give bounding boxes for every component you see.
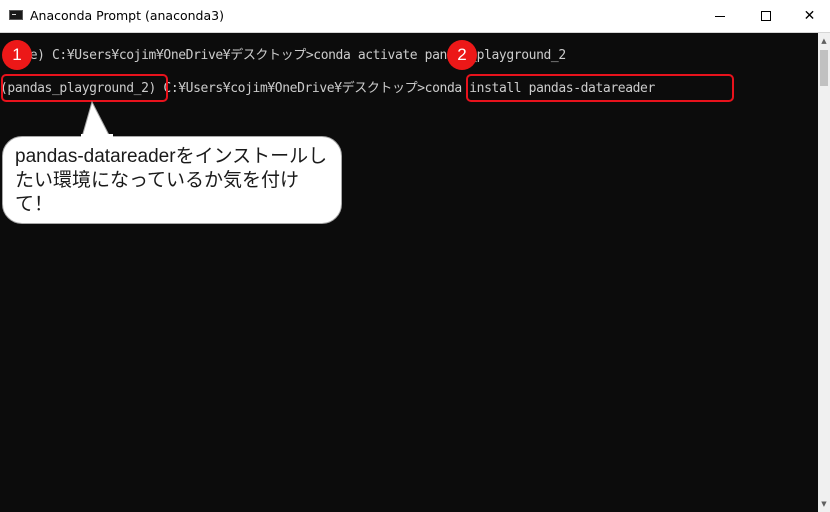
scroll-up-icon[interactable]: ▲ <box>818 33 830 49</box>
scroll-thumb[interactable] <box>820 50 828 86</box>
close-icon: ✕ <box>803 8 816 24</box>
minimize-button[interactable] <box>697 0 743 32</box>
command-highlight-box <box>466 74 734 102</box>
step-badge-2: 2 <box>447 40 477 70</box>
console-output[interactable]: (base) C:¥Users¥cojim¥OneDrive¥デスクトップ>co… <box>0 33 818 512</box>
callout-text: pandas-datareaderをインストールしたい環境になっているか気を付け… <box>15 146 328 215</box>
maximize-icon <box>761 11 771 21</box>
console-icon <box>9 10 23 20</box>
window-title: Anaconda Prompt (anaconda3) <box>30 8 224 23</box>
vertical-scrollbar[interactable]: ▲ ▼ <box>818 33 830 512</box>
prompt-path: C:¥Users¥cojim¥OneDrive¥デスクトップ> <box>44 48 314 63</box>
minimize-icon <box>715 15 725 17</box>
maximize-button[interactable] <box>743 0 789 32</box>
prompt-path: C:¥Users¥cojim¥OneDrive¥デスクトップ> <box>155 81 425 96</box>
env-highlight-box <box>1 74 168 102</box>
callout-bubble: pandas-datareaderをインストールしたい環境になっているか気を付け… <box>2 136 342 224</box>
callout-tail-joint <box>81 134 113 140</box>
scroll-down-icon[interactable]: ▼ <box>818 496 830 512</box>
close-button[interactable]: ✕ <box>789 0 830 32</box>
typed-command: conda activate pandas_playground_2 <box>313 48 566 63</box>
step-badge-1: 1 <box>2 40 32 70</box>
console-line-1: (base) C:¥Users¥cojim¥OneDrive¥デスクトップ>co… <box>0 46 566 66</box>
title-bar[interactable]: Anaconda Prompt (anaconda3) ✕ <box>0 0 830 33</box>
